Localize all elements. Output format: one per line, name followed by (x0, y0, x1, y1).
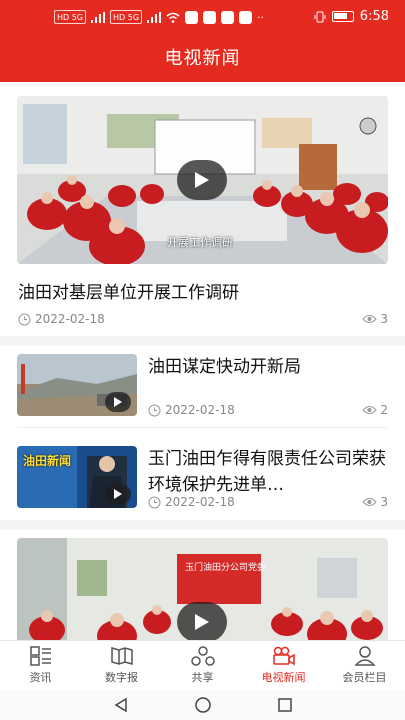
views-text: 3 (380, 312, 388, 326)
status-bar: HD 5G HD 5G ·· 6:58 (0, 0, 405, 36)
sim1-indicator: HD 5G (54, 10, 87, 24)
recent-apps-icon[interactable] (277, 697, 293, 713)
news-grid-icon (29, 646, 51, 666)
play-icon (114, 397, 122, 407)
view-count: 3 (362, 495, 388, 509)
battery-icon (331, 11, 354, 22)
bottom-tab-bar: 资讯 数字报 共享 电视新闻 会员栏目 (0, 640, 405, 690)
app-notification-icon (203, 10, 217, 24)
sim2-indicator: HD 5G (110, 10, 143, 24)
clock-icon (148, 404, 161, 416)
page-title: 电视新闻 (164, 48, 241, 69)
date-text: 2022-02-18 (165, 403, 235, 417)
app-notification-icon (239, 10, 253, 24)
video-camera-icon (272, 646, 295, 666)
tab-label: 资讯 (29, 671, 52, 684)
video-thumbnail[interactable]: 玉门油田分公司党委 (17, 538, 388, 640)
system-nav-bar (0, 690, 405, 720)
app-notification-icon (221, 10, 235, 24)
tab-label: 数字报 (105, 671, 138, 684)
user-icon (353, 646, 376, 666)
tab-member[interactable]: 会员栏目 (324, 641, 405, 690)
signal-icon (91, 11, 106, 23)
news-date: 2022-02-18 (148, 495, 235, 509)
tab-digital-paper[interactable]: 数字报 (81, 641, 162, 690)
date-text: 2022-02-18 (35, 312, 105, 326)
video-thumbnail[interactable] (17, 354, 137, 416)
view-count: 2 (362, 403, 388, 417)
wifi-icon (166, 12, 180, 23)
news-title[interactable]: 玉门油田乍得有限责任公司荣获环境保护先进单… (148, 446, 388, 498)
video-thumbnail[interactable]: 开展工作调研 (17, 96, 388, 264)
newspaper-icon (110, 647, 133, 665)
news-title[interactable]: 油田谋定快动开新局 (148, 354, 388, 380)
tab-label: 电视新闻 (261, 671, 306, 684)
back-icon[interactable] (113, 697, 129, 713)
eye-icon (362, 315, 378, 323)
play-button[interactable] (105, 484, 131, 504)
thumbnail-caption: 开展工作调研 (167, 236, 233, 249)
thumbnail-caption: 玉门油田分公司党委 (185, 563, 267, 573)
clock-icon (18, 313, 31, 325)
tab-share[interactable]: 共享 (162, 641, 243, 690)
play-button[interactable] (177, 602, 227, 640)
news-title[interactable]: 油田对基层单位开展工作调研 (18, 278, 239, 303)
tab-label: 共享 (191, 671, 214, 684)
tab-label: 会员栏目 (342, 671, 387, 684)
video-thumbnail[interactable]: 油田新闻 (17, 446, 137, 508)
vibrate-icon (314, 11, 326, 22)
eye-icon (362, 498, 378, 506)
divider (0, 336, 405, 346)
views-text: 3 (380, 495, 388, 509)
play-button[interactable] (177, 160, 227, 200)
eye-icon (362, 406, 378, 414)
play-button[interactable] (105, 392, 131, 412)
clock-icon (148, 496, 161, 508)
app-header: 电视新闻 (0, 36, 405, 82)
more-notifications-icon: ·· (257, 10, 265, 24)
status-left: HD 5G HD 5G ·· (54, 10, 264, 24)
divider (17, 427, 388, 428)
views-text: 2 (380, 403, 388, 417)
app-notification-icon (185, 10, 199, 24)
status-right: 6:58 (314, 9, 389, 24)
news-date: 2022-02-18 (148, 403, 235, 417)
play-icon (195, 172, 209, 188)
thumbnail-caption: 油田新闻 (23, 454, 72, 468)
view-count: 3 (362, 312, 388, 326)
home-icon[interactable] (194, 696, 212, 714)
play-icon (195, 614, 209, 630)
tab-news[interactable]: 资讯 (0, 641, 81, 690)
news-list[interactable]: 开展工作调研 油田对基层单位开展工作调研 2022-02-18 3 油田谋定快动… (0, 82, 405, 640)
divider (0, 520, 405, 530)
play-icon (114, 489, 122, 499)
share-icon (190, 646, 215, 666)
tab-tv-news[interactable]: 电视新闻 (243, 641, 324, 690)
clock: 6:58 (359, 9, 389, 24)
signal-icon (147, 11, 162, 23)
news-date: 2022-02-18 (18, 312, 105, 326)
date-text: 2022-02-18 (165, 495, 235, 509)
